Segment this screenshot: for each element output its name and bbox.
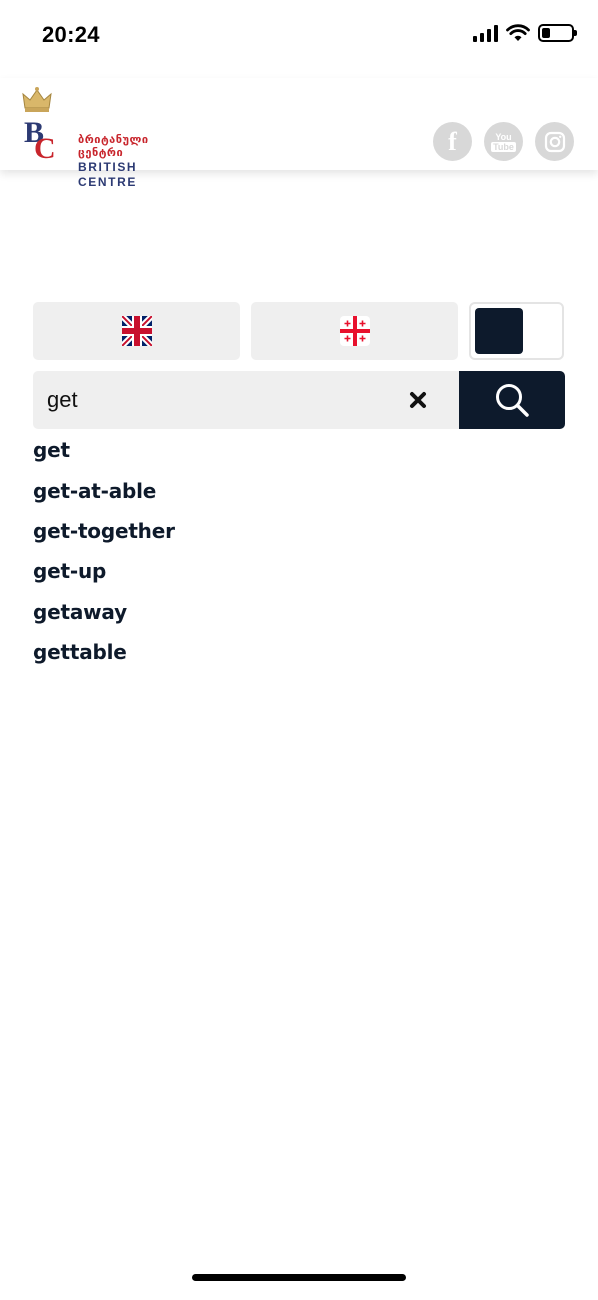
instagram-glyph — [544, 131, 565, 152]
direction-toggle[interactable] — [469, 302, 564, 360]
english-language-button[interactable] — [33, 302, 240, 360]
instagram-icon[interactable] — [535, 122, 574, 161]
british-centre-logo[interactable]: B C ბრიტანული ცენტრი BRITISH CENTRE — [20, 86, 190, 189]
language-selector — [33, 302, 564, 360]
uk-flag-icon — [121, 316, 152, 346]
suggestion-list: get get-at-able get-together get-up geta… — [33, 430, 553, 672]
home-indicator[interactable] — [192, 1274, 406, 1281]
suggestion-item[interactable]: get-together — [33, 511, 553, 551]
search-icon — [496, 384, 529, 417]
svg-text:C: C — [34, 132, 56, 162]
georgian-language-button[interactable] — [251, 302, 458, 360]
facebook-icon[interactable]: f — [433, 122, 472, 161]
suggestion-item[interactable]: getaway — [33, 592, 553, 632]
youtube-icon[interactable]: You Tube — [484, 122, 523, 161]
search-input[interactable] — [47, 371, 387, 429]
cellular-signal-icon — [473, 24, 498, 42]
georgia-flag-icon — [339, 316, 370, 346]
suggestion-item[interactable]: get — [33, 430, 553, 470]
social-links: f You Tube — [433, 122, 574, 161]
search-button[interactable] — [459, 371, 565, 429]
app-header: B C ბრიტანული ცენტრი BRITISH CENTRE f Yo… — [0, 78, 598, 189]
youtube-tube: Tube — [491, 141, 516, 152]
logo-georgian-name: ბრიტანული ცენტრი — [78, 134, 149, 159]
youtube-you: You — [495, 131, 512, 142]
battery-icon — [538, 24, 577, 42]
status-time: 20:24 — [42, 22, 100, 47]
suggestion-item[interactable]: get-at-able — [33, 470, 553, 510]
crown-icon — [22, 87, 52, 112]
clear-search-button[interactable] — [407, 389, 429, 411]
status-bar: 20:24 — [0, 0, 598, 72]
bc-monogram-icon: B C — [24, 116, 56, 162]
search-bar — [33, 371, 565, 429]
close-icon — [410, 392, 426, 408]
status-icons — [473, 24, 577, 42]
facebook-glyph: f — [448, 126, 457, 156]
logo-text: ბრიტანული ცენტრი BRITISH CENTRE — [78, 134, 190, 190]
logo-english-name: BRITISH CENTRE — [78, 160, 138, 189]
suggestion-item[interactable]: gettable — [33, 632, 553, 672]
wifi-icon — [506, 24, 530, 41]
toggle-knob — [475, 308, 523, 354]
suggestion-item[interactable]: get-up — [33, 551, 553, 591]
search-field — [33, 371, 459, 429]
